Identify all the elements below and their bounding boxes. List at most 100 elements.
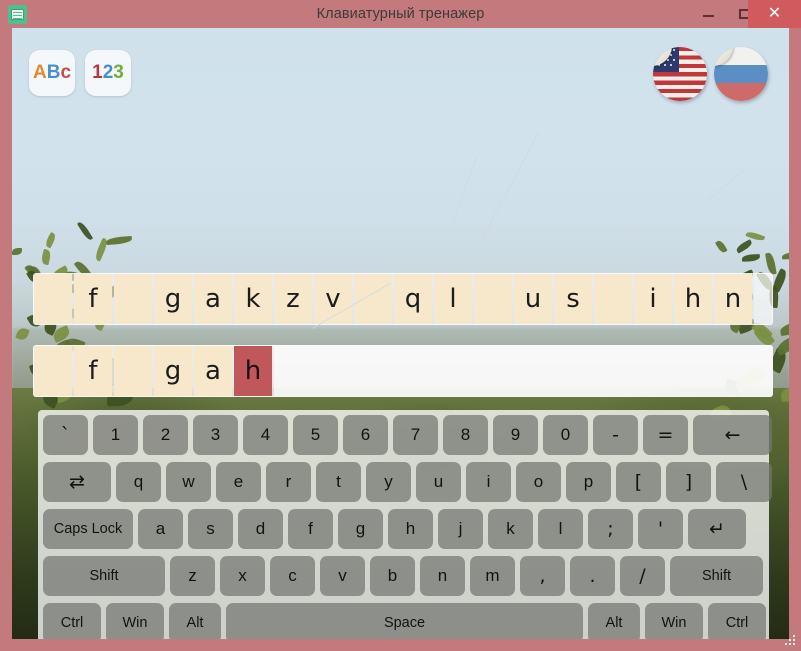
key-0[interactable]: 0 bbox=[543, 415, 588, 455]
key-semicolon[interactable]: ; bbox=[588, 509, 633, 549]
letters-mode-char-3: c bbox=[60, 62, 72, 83]
numbers-mode-char-3: 3 bbox=[113, 62, 124, 83]
key-bracket-right[interactable]: ] bbox=[666, 462, 711, 502]
key-g[interactable]: g bbox=[338, 509, 383, 549]
application-window: Клавиатурный тренажер ✕ ABc 123 f g a k … bbox=[0, 0, 801, 651]
key-y[interactable]: y bbox=[366, 462, 411, 502]
key-v[interactable]: v bbox=[320, 556, 365, 596]
key-l[interactable]: l bbox=[538, 509, 583, 549]
key-7[interactable]: 7 bbox=[393, 415, 438, 455]
key-s[interactable]: s bbox=[188, 509, 233, 549]
resize-grip[interactable] bbox=[785, 635, 798, 648]
key-a[interactable]: a bbox=[138, 509, 183, 549]
key-period[interactable]: . bbox=[570, 556, 615, 596]
english-flag-button[interactable] bbox=[653, 47, 707, 101]
key-slash[interactable]: / bbox=[620, 556, 665, 596]
numbers-mode-char-2: 2 bbox=[102, 62, 114, 83]
key-1[interactable]: 1 bbox=[93, 415, 138, 455]
target-char-cell: s bbox=[554, 274, 592, 324]
target-char-cell bbox=[114, 274, 152, 324]
key-u[interactable]: u bbox=[416, 462, 461, 502]
typed-char-cell: f bbox=[74, 346, 112, 396]
keyboard-row: ⇄ q w e r t y u i o p[] \ bbox=[43, 462, 772, 502]
keyboard-row: ` 1 2 3 4 5 6 7 8 9 0- = ← bbox=[43, 415, 772, 455]
key-space[interactable]: Space bbox=[226, 603, 583, 639]
typed-text-row[interactable]: fgah bbox=[33, 345, 773, 397]
key-z[interactable]: z bbox=[170, 556, 215, 596]
key-i[interactable]: i bbox=[466, 462, 511, 502]
typed-char-cell bbox=[114, 346, 152, 396]
target-char-cell: f bbox=[74, 274, 112, 324]
key-caps-lock[interactable]: Caps Lock bbox=[43, 509, 133, 549]
key-ctrl-right[interactable]: Ctrl bbox=[708, 603, 766, 639]
numbers-mode-char-1: 1 bbox=[92, 62, 103, 83]
target-char-cell: q bbox=[394, 274, 432, 324]
letters-mode-char-2: B bbox=[46, 62, 61, 83]
key-j[interactable]: j bbox=[438, 509, 483, 549]
key-alt-right[interactable]: Alt bbox=[588, 603, 640, 639]
key-k[interactable]: k bbox=[488, 509, 533, 549]
window-title: Клавиатурный тренажер bbox=[316, 6, 485, 22]
key-tab[interactable]: ⇄ bbox=[43, 462, 111, 502]
key-minus[interactable]: - bbox=[593, 415, 638, 455]
letters-mode-char-1: A bbox=[32, 62, 47, 83]
key-b[interactable]: b bbox=[370, 556, 415, 596]
key-ctrl-left[interactable]: Ctrl bbox=[43, 603, 101, 639]
numbers-mode-button[interactable]: 123 bbox=[85, 50, 131, 96]
key-o[interactable]: o bbox=[516, 462, 561, 502]
key-q[interactable]: q bbox=[116, 462, 161, 502]
key-5[interactable]: 5 bbox=[293, 415, 338, 455]
target-char-cell bbox=[474, 274, 512, 324]
key-c[interactable]: c bbox=[270, 556, 315, 596]
on-screen-keyboard: ` 1 2 3 4 5 6 7 8 9 0- = ← ⇄ q w e r t y u i o p[] \ Caps Lock a s d… bbox=[38, 410, 772, 639]
minimize-button[interactable] bbox=[694, 0, 722, 28]
russian-flag-button[interactable] bbox=[714, 47, 768, 101]
target-char-cell: g bbox=[154, 274, 192, 324]
key-backspace[interactable]: ← bbox=[693, 415, 772, 455]
key-t[interactable]: t bbox=[316, 462, 361, 502]
close-button[interactable]: ✕ bbox=[748, 0, 801, 28]
key-shift-left[interactable]: Shift bbox=[43, 556, 165, 596]
key-win-left[interactable]: Win bbox=[106, 603, 164, 639]
key-3[interactable]: 3 bbox=[193, 415, 238, 455]
typed-char-cell: g bbox=[154, 346, 192, 396]
key-9[interactable]: 9 bbox=[493, 415, 538, 455]
key-win-right[interactable]: Win bbox=[645, 603, 703, 639]
key-apostrophe[interactable]: ' bbox=[638, 509, 683, 549]
target-char-cell: h bbox=[674, 274, 712, 324]
typed-char-cell: a bbox=[194, 346, 232, 396]
title-bar[interactable]: Клавиатурный тренажер ✕ bbox=[0, 0, 801, 28]
letters-mode-button[interactable]: ABc bbox=[29, 50, 75, 96]
key-n[interactable]: n bbox=[420, 556, 465, 596]
target-char-cell: u bbox=[514, 274, 552, 324]
key-p[interactable]: p bbox=[566, 462, 611, 502]
row-filler bbox=[754, 274, 772, 324]
key-enter[interactable]: ↵ bbox=[688, 509, 746, 549]
key-equals[interactable]: = bbox=[643, 415, 688, 455]
row-filler bbox=[274, 346, 772, 396]
key-backslash[interactable]: \ bbox=[716, 462, 772, 502]
keyboard-row: Caps Lock a s d f g h j k l; ' ↵ bbox=[43, 509, 764, 549]
key-6[interactable]: 6 bbox=[343, 415, 388, 455]
keyboard-row: Shift z x c v b n m,. / Shift bbox=[43, 556, 764, 596]
key-alt-left[interactable]: Alt bbox=[169, 603, 221, 639]
key-e[interactable]: e bbox=[216, 462, 261, 502]
key-comma[interactable]: , bbox=[520, 556, 565, 596]
key-r[interactable]: r bbox=[266, 462, 311, 502]
key-4[interactable]: 4 bbox=[243, 415, 288, 455]
key-h[interactable]: h bbox=[388, 509, 433, 549]
key-w[interactable]: w bbox=[166, 462, 211, 502]
key-x[interactable]: x bbox=[220, 556, 265, 596]
target-char-cell bbox=[594, 274, 632, 324]
key-backtick[interactable]: ` bbox=[43, 415, 88, 455]
key-d[interactable]: d bbox=[238, 509, 283, 549]
target-char-cell: l bbox=[434, 274, 472, 324]
typed-char-cell bbox=[34, 346, 72, 396]
key-8[interactable]: 8 bbox=[443, 415, 488, 455]
key-bracket-left[interactable]: [ bbox=[616, 462, 661, 502]
key-shift-right[interactable]: Shift bbox=[670, 556, 763, 596]
key-f[interactable]: f bbox=[288, 509, 333, 549]
key-m[interactable]: m bbox=[470, 556, 515, 596]
target-char-cell: a bbox=[194, 274, 232, 324]
key-2[interactable]: 2 bbox=[143, 415, 188, 455]
